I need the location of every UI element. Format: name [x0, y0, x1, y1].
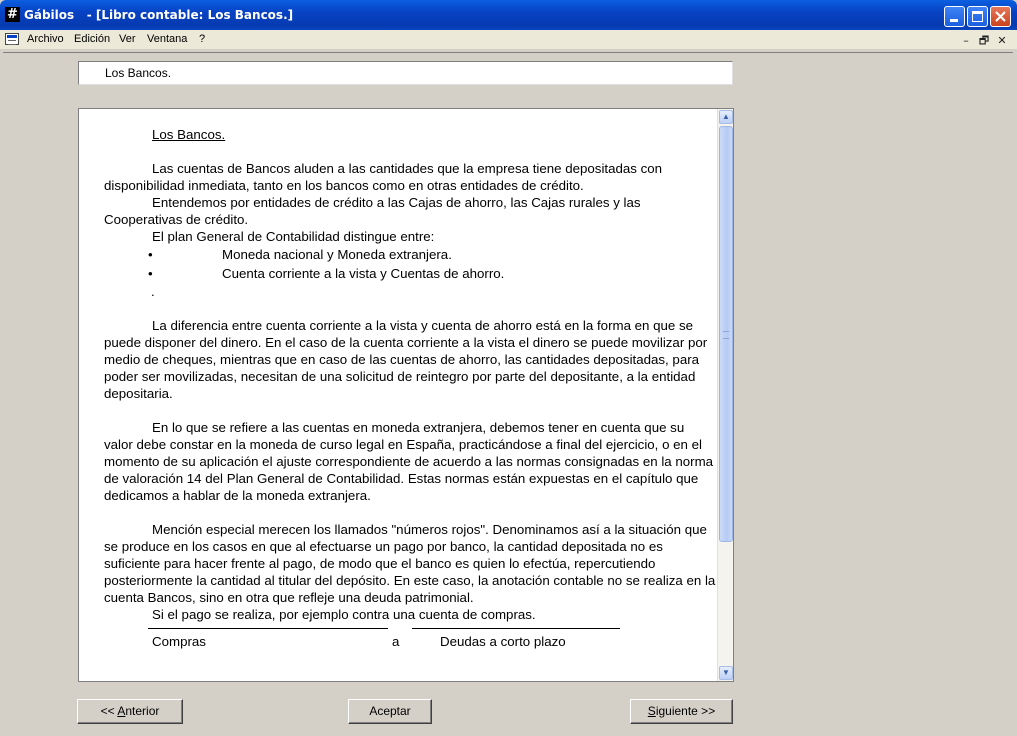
mdi-minimize-icon[interactable]: –	[957, 34, 975, 47]
menu-ver[interactable]: Ver	[119, 33, 136, 45]
ledger-line-right	[412, 628, 620, 629]
document-window-icon[interactable]	[5, 33, 19, 45]
close-button[interactable]	[990, 6, 1011, 27]
maximize-icon	[972, 11, 983, 22]
topic-title-field[interactable]: Los Bancos.	[78, 61, 733, 85]
ledger-entry: Compras a Deudas a corto plazo	[104, 623, 716, 653]
scroll-thumb[interactable]	[719, 126, 733, 542]
title-bar[interactable]: # Gábilos - [Libro contable: Los Bancos.…	[0, 0, 1017, 30]
app-icon: #	[5, 7, 20, 22]
menu-edicion[interactable]: Edición	[74, 33, 110, 45]
paragraph-1: Las cuentas de Bancos aluden a las canti…	[104, 161, 663, 193]
list-item: Cuenta corriente a la vista y Cuentas de…	[104, 264, 716, 283]
ledger-debit-account: Compras	[152, 634, 206, 649]
previous-button[interactable]: << Anterior	[77, 699, 183, 724]
ledger-line-left	[148, 628, 388, 629]
vertical-scrollbar[interactable]: ▲ ▼	[717, 109, 733, 681]
paragraph-6: Mención especial merecen los llamados "n…	[104, 522, 716, 605]
paragraph-2: Entendemos por entidades de crédito a la…	[104, 195, 641, 227]
next-button[interactable]: Siguiente >>	[630, 699, 733, 724]
scroll-up-icon[interactable]: ▲	[719, 110, 733, 124]
paragraph-3: El plan General de Contabilidad distingu…	[152, 229, 435, 244]
accept-button[interactable]: Aceptar	[348, 699, 432, 724]
list-item: Moneda nacional y Moneda extranjera.	[104, 245, 716, 264]
mdi-restore-icon[interactable]: 🗗	[975, 32, 993, 51]
content-title: Los Bancos.	[152, 127, 226, 142]
mdi-close-icon[interactable]: ✕	[993, 34, 1011, 47]
minimize-icon	[950, 19, 958, 22]
paragraph-5: En lo que se refiere a las cuentas en mo…	[104, 420, 714, 503]
menu-ventana[interactable]: Ventana	[147, 33, 187, 45]
maximize-button[interactable]	[967, 6, 988, 27]
menu-bar: Archivo Edición Ver Ventana ? – 🗗 ✕	[0, 30, 1017, 49]
menu-archivo[interactable]: Archivo	[27, 33, 64, 45]
scroll-down-icon[interactable]: ▼	[719, 666, 733, 680]
paragraph-7: Si el pago se realiza, por ejemplo contr…	[152, 607, 536, 622]
minimize-button[interactable]	[944, 6, 965, 27]
ledger-connector: a	[392, 634, 400, 649]
content-panel[interactable]: Los Bancos. Las cuentas de Bancos aluden…	[78, 108, 734, 682]
close-icon	[995, 11, 1006, 22]
document-text: Los Bancos. Las cuentas de Bancos aluden…	[104, 126, 716, 653]
window-title: Gábilos - [Libro contable: Los Bancos.]	[24, 8, 294, 22]
ledger-credit-account: Deudas a corto plazo	[440, 634, 566, 649]
paragraph-4: La diferencia entre cuenta corriente a l…	[104, 318, 708, 401]
menu-help[interactable]: ?	[199, 33, 205, 45]
mdi-controls: – 🗗 ✕	[957, 32, 1011, 51]
topic-title-text: Los Bancos.	[105, 66, 172, 80]
stray-dot: .	[151, 284, 155, 299]
grip-icon	[723, 331, 729, 339]
